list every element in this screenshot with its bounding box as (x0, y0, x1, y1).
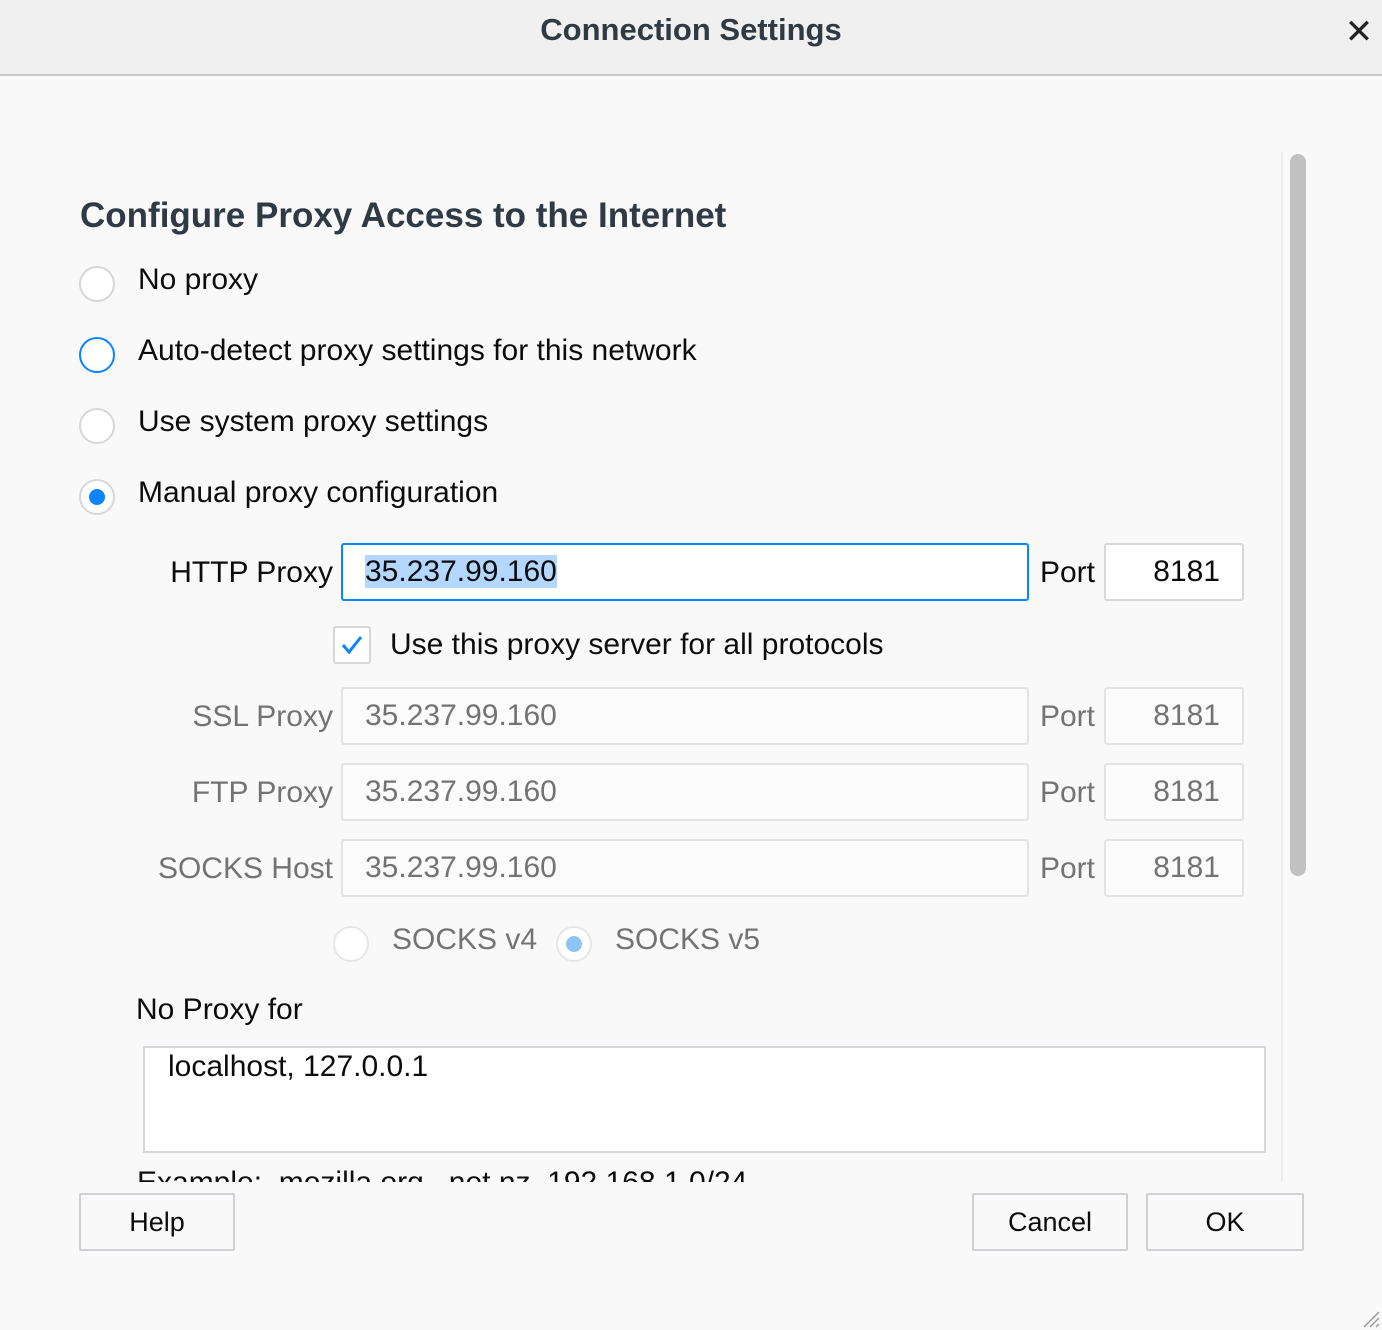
resize-grip-icon[interactable] (1360, 1308, 1380, 1328)
radio-label: SOCKS v4 (392, 923, 538, 956)
ok-button[interactable]: OK (1146, 1193, 1304, 1251)
socks-port-label: Port (1039, 852, 1095, 885)
http-proxy-label: HTTP Proxy (170, 556, 333, 589)
radio-button[interactable] (79, 479, 115, 515)
example-hint: Example: .mozilla.org, .net.nz, 192.168.… (137, 1166, 747, 1182)
no-proxy-textarea[interactable]: localhost, 127.0.0.1 (143, 1046, 1266, 1153)
socks-port-input[interactable]: 8181 (1104, 839, 1244, 897)
radio-button[interactable] (79, 408, 115, 444)
window-title: Connection Settings (540, 12, 842, 47)
dialog-content: Configure Proxy Access to the Internet N… (0, 76, 1382, 1182)
ssl-port-label: Port (1039, 700, 1095, 733)
help-button[interactable]: Help (79, 1193, 235, 1251)
use-for-all-checkbox[interactable] (333, 626, 371, 664)
scrollbar-thumb[interactable] (1290, 154, 1306, 876)
section-heading: Configure Proxy Access to the Internet (80, 196, 727, 235)
socks-host-label: SOCKS Host (157, 852, 333, 885)
title-bar: Connection Settings ✕ (0, 0, 1382, 76)
close-icon[interactable]: ✕ (1342, 10, 1376, 54)
http-proxy-value: 35.237.99.160 (365, 555, 557, 588)
radio-button[interactable] (79, 266, 115, 302)
ftp-proxy-label: FTP Proxy (191, 776, 333, 809)
cancel-button[interactable]: Cancel (972, 1193, 1128, 1251)
radio-button[interactable] (556, 926, 592, 962)
no-proxy-label: No Proxy for (136, 993, 303, 1026)
radio-button[interactable] (79, 337, 115, 373)
checkmark-icon (341, 636, 363, 655)
http-port-input[interactable]: 8181 (1104, 543, 1244, 601)
ssl-port-input[interactable]: 8181 (1104, 687, 1244, 745)
radio-label: SOCKS v5 (615, 923, 761, 956)
ftp-port-input[interactable]: 8181 (1104, 763, 1244, 821)
radio-label: Use system proxy settings (138, 405, 489, 438)
ftp-port-label: Port (1039, 776, 1095, 809)
radio-label: Auto-detect proxy settings for this netw… (138, 334, 697, 367)
radio-label: Manual proxy configuration (138, 476, 499, 509)
radio-label: No proxy (138, 263, 259, 296)
radio-button[interactable] (333, 926, 369, 962)
use-for-all-label: Use this proxy server for all protocols (390, 628, 884, 661)
ssl-proxy-label: SSL Proxy (192, 700, 333, 733)
http-port-label: Port (1039, 556, 1095, 589)
